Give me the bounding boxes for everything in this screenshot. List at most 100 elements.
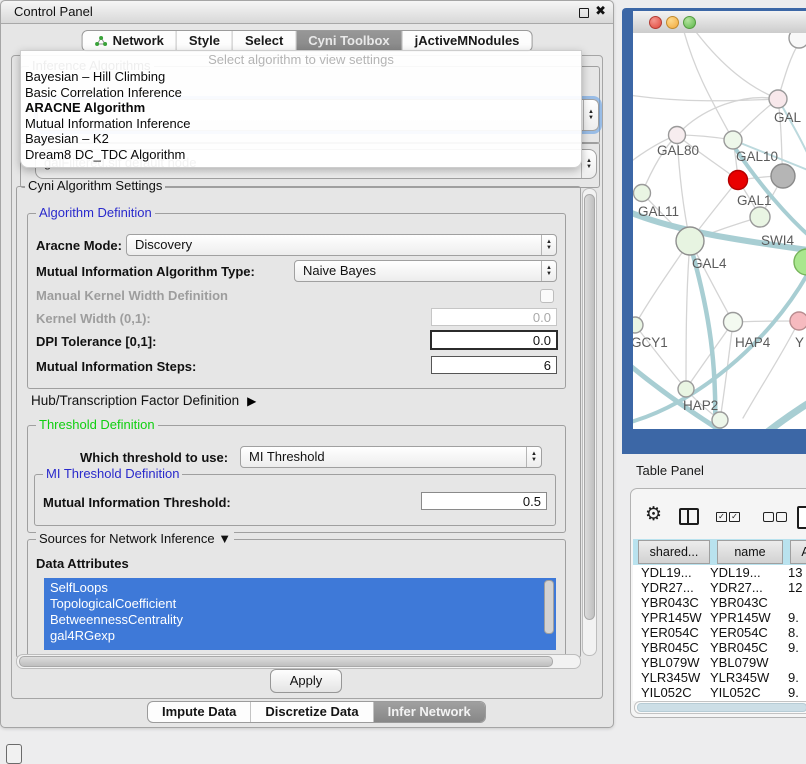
tab-style[interactable]: Style xyxy=(176,31,232,51)
close-icon[interactable]: ✖ xyxy=(595,3,606,19)
dropdown-item[interactable]: Mutual Information Inference xyxy=(21,116,581,132)
minimized-panel-icon[interactable] xyxy=(6,744,22,764)
zoom-traffic-light-icon[interactable] xyxy=(683,16,696,29)
manual-kernel-label: Manual Kernel Width Definition xyxy=(36,288,228,304)
scrollbar-thumb[interactable] xyxy=(637,703,806,712)
table-row[interactable]: YLR345W YLR345W 9. xyxy=(633,670,806,685)
tab-jactivemnodules[interactable]: jActiveMNodules xyxy=(402,31,532,51)
table-row[interactable]: YDR27... YDR27... 12 xyxy=(633,580,806,595)
tab-discretize-data[interactable]: Discretize Data xyxy=(250,702,372,722)
checked-checkbox-icon[interactable]: ✓ xyxy=(716,512,727,522)
mi-steps-field[interactable]: 6 xyxy=(431,356,557,374)
dropdown-item[interactable]: Bayesian – K2 xyxy=(21,131,581,147)
which-threshold-combo[interactable]: MI Threshold xyxy=(240,446,542,468)
float-window-icon[interactable] xyxy=(579,8,589,18)
table-row[interactable]: YDL19... YDL19... 13 xyxy=(633,565,806,580)
network-node[interactable] xyxy=(750,207,770,227)
group-title: Cyni Algorithm Settings xyxy=(25,179,165,193)
apply-button[interactable]: Apply xyxy=(270,669,342,693)
network-node-label: GAL11 xyxy=(638,204,679,219)
dropdown-item[interactable]: Basic Correlation Inference xyxy=(21,85,581,101)
network-node[interactable] xyxy=(729,171,748,190)
mi-threshold-field[interactable]: 0.5 xyxy=(421,492,547,510)
control-panel-tabs: Network Style Select Cyni Toolbox jActiv… xyxy=(82,30,533,52)
cell-shared-name: YER054C xyxy=(641,625,699,640)
tab-infer-network[interactable]: Infer Network xyxy=(373,702,485,722)
aracne-mode-combo[interactable]: Discovery xyxy=(126,234,557,256)
unchecked-checkbox-icon[interactable] xyxy=(763,512,774,522)
table-horizontal-scrollbar[interactable] xyxy=(634,701,806,714)
table-row[interactable]: YER054C YER054C 8. xyxy=(633,625,806,640)
cell-name: YPR145W xyxy=(710,610,771,625)
network-node[interactable] xyxy=(678,381,694,397)
cell-shared-name: YBL079W xyxy=(641,655,700,670)
table-row[interactable]: YBR043C YBR043C xyxy=(633,595,806,610)
settings-horizontal-scrollbar[interactable] xyxy=(16,654,581,669)
network-node-label: GAL10 xyxy=(736,149,778,164)
network-node[interactable] xyxy=(794,249,806,275)
table-row[interactable]: YBR045C YBR045C 9. xyxy=(633,640,806,655)
network-node[interactable] xyxy=(790,312,806,330)
network-window-titlebar xyxy=(633,11,806,34)
attribute-item-selected[interactable]: TopologicalCoefficient xyxy=(44,596,556,612)
cyni-algorithm-settings-group: Cyni Algorithm Settings Algorithm Defini… xyxy=(16,186,581,658)
cell-name: YBR045C xyxy=(710,640,768,655)
network-node[interactable] xyxy=(724,313,743,332)
table-row[interactable]: YPR145W YPR145W 9. xyxy=(633,610,806,625)
dpi-tolerance-field[interactable]: 0.0 xyxy=(430,330,558,350)
tab-select[interactable]: Select xyxy=(232,31,295,51)
unchecked-checkbox-icon[interactable] xyxy=(776,512,787,522)
document-icon[interactable] xyxy=(797,506,806,529)
expand-right-icon: ▶ xyxy=(247,393,256,409)
network-node[interactable] xyxy=(634,185,651,202)
control-panel-window: Control Panel ✖ Network Style Select Cyn… xyxy=(0,0,614,728)
table-rows: YDL19... YDL19... 13 YDR27... YDR27... 1… xyxy=(633,565,806,700)
network-edge xyxy=(761,399,806,429)
stepper-icon xyxy=(541,235,556,255)
kernel-width-field[interactable]: 0.0 xyxy=(431,308,557,326)
sources-collapser[interactable]: Sources for Network Inference ▼ xyxy=(36,532,234,546)
network-canvas[interactable]: GALGAL80GAL10GAL1GAL11SWI4GAL4GCY1HAP4YH… xyxy=(633,33,806,429)
network-node[interactable] xyxy=(724,131,742,149)
network-node[interactable] xyxy=(712,412,728,428)
network-node[interactable] xyxy=(633,317,643,333)
checked-checkbox-icon[interactable]: ✓ xyxy=(729,512,740,522)
minimize-traffic-light-icon[interactable] xyxy=(666,16,679,29)
attribute-item-selected[interactable]: gal4RGexp xyxy=(44,628,556,644)
table-row[interactable]: YIL052C YIL052C 9. xyxy=(633,685,806,700)
dropdown-item[interactable]: ARACNE Algorithm xyxy=(21,100,581,116)
hub-definition-expander[interactable]: Hub/Transcription Factor Definition▶ xyxy=(31,393,256,409)
dropdown-item[interactable]: Bayesian – Hill Climbing xyxy=(21,69,581,85)
manual-kernel-checkbox[interactable] xyxy=(540,289,554,303)
cell-value: 13 xyxy=(788,565,802,580)
group-title: Algorithm Definition xyxy=(36,206,155,220)
split-columns-icon[interactable] xyxy=(679,508,699,525)
attribute-item-selected[interactable]: BetweennessCentrality xyxy=(44,612,556,628)
tab-cyni-toolbox[interactable]: Cyni Toolbox xyxy=(295,31,401,51)
tab-impute-data[interactable]: Impute Data xyxy=(148,702,250,722)
scrollbar-thumb[interactable] xyxy=(19,656,553,667)
settings-vertical-scrollbar[interactable] xyxy=(582,188,597,656)
network-node[interactable] xyxy=(676,227,704,255)
combo-value: MI Threshold xyxy=(241,447,526,467)
column-header-name[interactable]: name xyxy=(717,540,783,564)
column-header-cut[interactable]: A xyxy=(790,540,806,564)
mi-type-combo[interactable]: Naive Bayes xyxy=(294,260,557,282)
network-node-label: SWI4 xyxy=(761,233,794,248)
list-scrollbar-thumb[interactable] xyxy=(544,580,554,634)
gear-icon[interactable]: ⚙ xyxy=(645,505,662,524)
network-node[interactable] xyxy=(669,127,686,144)
combo-value: Naive Bayes xyxy=(295,261,541,281)
network-node[interactable] xyxy=(769,90,787,108)
network-node[interactable] xyxy=(771,164,795,188)
scrollbar-thumb[interactable] xyxy=(584,194,595,620)
close-traffic-light-icon[interactable] xyxy=(649,16,662,29)
table-panel-window: ⚙ ✓ ✓ shared... name A YDL19... YDL19...… xyxy=(630,488,806,718)
table-row[interactable]: YBL079W YBL079W xyxy=(633,655,806,670)
column-header-shared-name[interactable]: shared... xyxy=(638,540,710,564)
dropdown-item[interactable]: Dream8 DC_TDC Algorithm xyxy=(21,147,581,163)
network-node[interactable] xyxy=(789,33,806,48)
network-graph-svg: GALGAL80GAL10GAL1GAL11SWI4GAL4GCY1HAP4YH… xyxy=(633,33,806,429)
tab-network[interactable]: Network xyxy=(83,31,176,51)
attribute-item-selected[interactable]: SelfLoops xyxy=(44,580,556,596)
